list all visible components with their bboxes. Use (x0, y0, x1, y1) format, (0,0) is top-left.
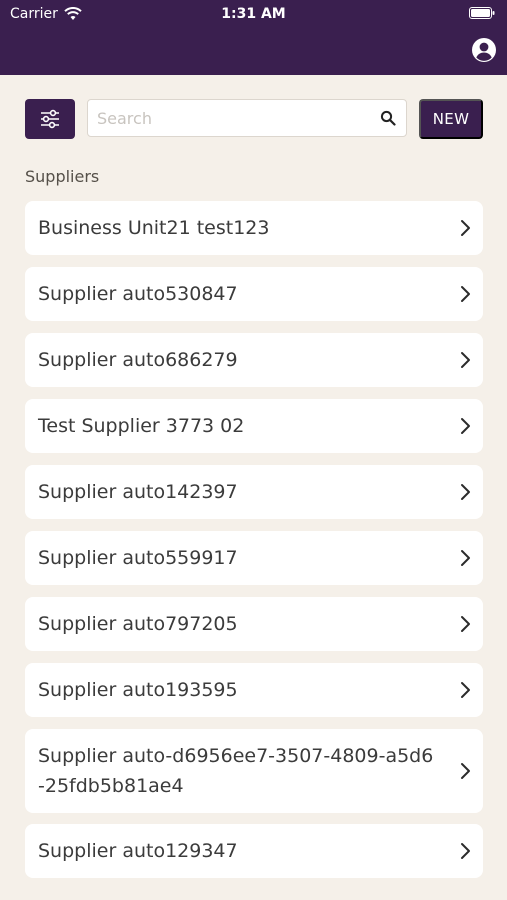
chevron-right-icon (461, 418, 470, 434)
chevron-right-icon (461, 484, 470, 500)
supplier-list-item[interactable]: Supplier auto559917 (25, 531, 483, 585)
supplier-list-item[interactable]: Supplier auto-d6956ee7-3507-4809-a5d6-25… (25, 729, 483, 813)
supplier-list-item[interactable]: Supplier auto129347 (25, 824, 483, 878)
chevron-right-icon (461, 220, 470, 236)
supplier-name: Supplier auto142397 (38, 481, 238, 503)
supplier-list-item[interactable]: Test Supplier 3773 02 (25, 399, 483, 453)
new-supplier-button[interactable]: NEW (419, 99, 483, 139)
supplier-name: Supplier auto530847 (38, 283, 238, 305)
supplier-list-item[interactable]: Supplier auto797205 (25, 597, 483, 651)
chevron-right-icon (461, 550, 470, 566)
supplier-name: Supplier auto193595 (38, 679, 238, 701)
search-toolbar: NEW (25, 99, 483, 139)
status-bar: Carrier 1:31 AM (0, 0, 507, 28)
section-title: Suppliers (25, 167, 100, 186)
top-header: Carrier 1:31 AM (0, 0, 507, 75)
supplier-name: Supplier auto559917 (38, 547, 238, 569)
supplier-name: Supplier auto129347 (38, 840, 238, 862)
supplier-name: Business Unit21 test123 (38, 217, 270, 239)
chevron-right-icon (461, 763, 470, 779)
supplier-list-item[interactable]: Supplier auto142397 (25, 465, 483, 519)
search-input[interactable] (88, 100, 368, 136)
supplier-name: Supplier auto-d6956ee7-3507-4809-a5d6-25… (38, 745, 434, 797)
supplier-name: Supplier auto797205 (38, 613, 238, 635)
chevron-right-icon (461, 352, 470, 368)
supplier-list-item[interactable]: Supplier auto193595 (25, 663, 483, 717)
supplier-list-item[interactable]: Business Unit21 test123 (25, 201, 483, 255)
filter-button[interactable] (25, 99, 75, 139)
sliders-icon (41, 109, 59, 129)
chevron-right-icon (461, 682, 470, 698)
chevron-right-icon (461, 616, 470, 632)
search-box (87, 99, 407, 137)
supplier-name: Test Supplier 3773 02 (38, 415, 245, 437)
search-icon[interactable] (380, 110, 396, 126)
account-circle-icon[interactable] (471, 37, 497, 63)
chevron-right-icon (461, 843, 470, 859)
status-time: 1:31 AM (221, 6, 286, 22)
supplier-list-item[interactable]: Supplier auto530847 (25, 267, 483, 321)
supplier-list-item[interactable]: Supplier auto686279 (25, 333, 483, 387)
chevron-right-icon (461, 286, 470, 302)
supplier-name: Supplier auto686279 (38, 349, 238, 371)
battery-icon (469, 7, 495, 19)
